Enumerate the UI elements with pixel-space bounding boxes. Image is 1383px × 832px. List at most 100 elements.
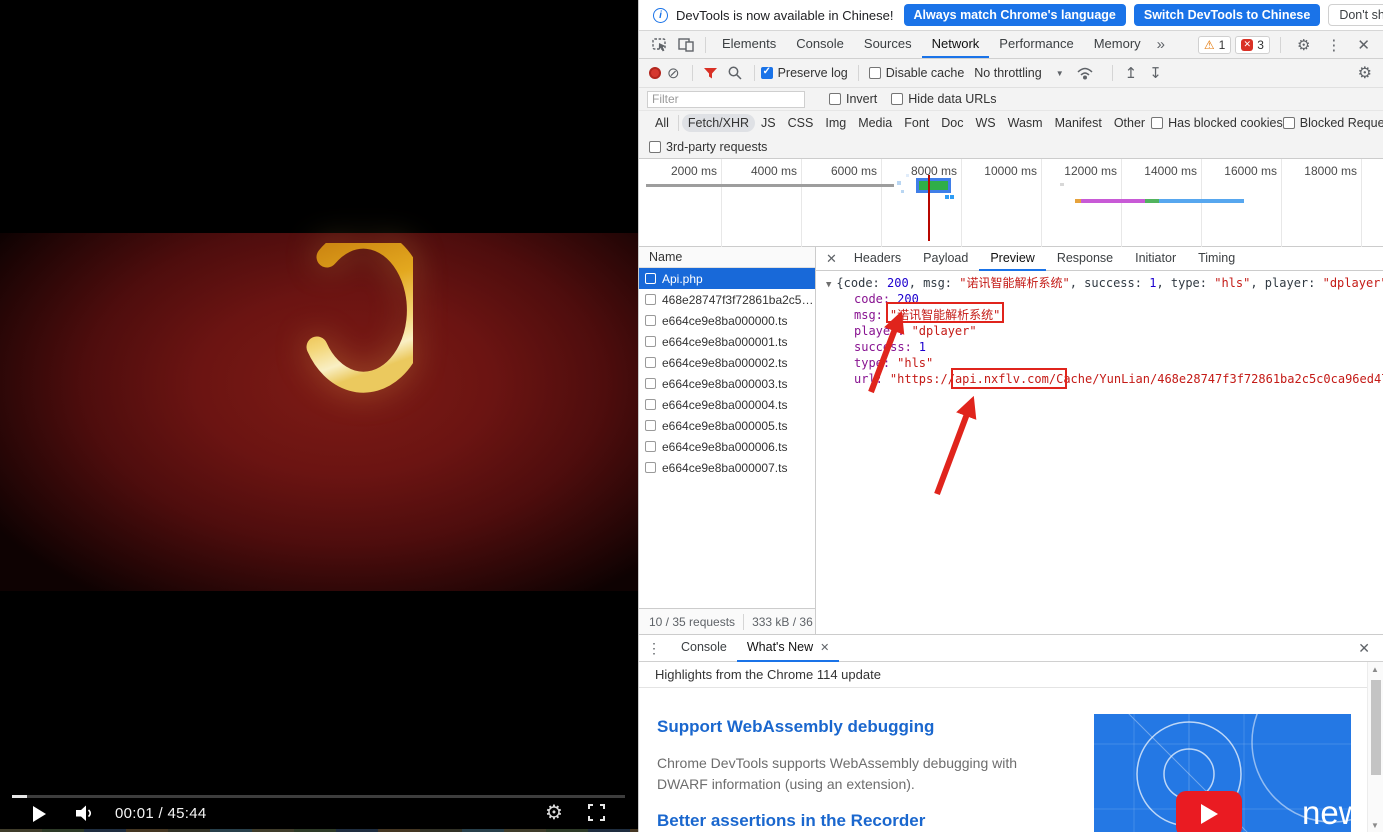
video-progress-bar[interactable] bbox=[12, 795, 625, 798]
chip-wasm[interactable]: Wasm bbox=[1002, 114, 1049, 132]
network-conditions-icon[interactable] bbox=[1076, 66, 1094, 80]
network-overview-timeline[interactable]: 2000 ms 4000 ms 6000 ms 8000 ms 10000 ms… bbox=[639, 159, 1383, 247]
blocked-cookies-checkbox[interactable] bbox=[1151, 117, 1163, 129]
record-icon[interactable] bbox=[649, 67, 661, 79]
warnings-badge[interactable]: ⚠1 bbox=[1198, 36, 1231, 54]
tab-preview[interactable]: Preview bbox=[979, 247, 1045, 271]
requests-column-header[interactable]: Name bbox=[639, 247, 815, 268]
gridline bbox=[961, 159, 962, 247]
request-row[interactable]: e664ce9e8ba000003.ts bbox=[639, 373, 815, 394]
tab-elements[interactable]: Elements bbox=[712, 31, 786, 58]
tab-memory[interactable]: Memory bbox=[1084, 31, 1151, 58]
search-icon[interactable] bbox=[728, 66, 742, 80]
request-checkbox[interactable] bbox=[645, 315, 656, 326]
more-menu-icon[interactable]: ⋮ bbox=[1326, 36, 1341, 54]
tab-console[interactable]: Console bbox=[786, 31, 854, 58]
request-row[interactable]: e664ce9e8ba000002.ts bbox=[639, 352, 815, 373]
request-checkbox[interactable] bbox=[645, 273, 656, 284]
tab-payload[interactable]: Payload bbox=[912, 247, 979, 271]
tab-headers[interactable]: Headers bbox=[843, 247, 912, 271]
filter-icon[interactable] bbox=[704, 68, 717, 79]
request-row[interactable]: e664ce9e8ba000000.ts bbox=[639, 310, 815, 331]
network-settings-gear-icon[interactable]: ⚙ bbox=[1358, 63, 1372, 83]
request-checkbox[interactable] bbox=[645, 420, 656, 431]
expander-icon[interactable]: ▼ bbox=[826, 280, 831, 290]
switch-to-chinese-button[interactable]: Switch DevTools to Chinese bbox=[1134, 4, 1320, 26]
json-root-line[interactable]: ▼{code: 200, msg: "诺讯智能解析系统", success: 1… bbox=[816, 275, 1383, 291]
request-row-api-php[interactable]: Api.php bbox=[639, 268, 815, 289]
chip-font[interactable]: Font bbox=[898, 114, 935, 132]
request-checkbox[interactable] bbox=[645, 441, 656, 452]
tab-sources[interactable]: Sources bbox=[854, 31, 922, 58]
tab-timing[interactable]: Timing bbox=[1187, 247, 1246, 271]
throttling-dropdown[interactable]: No throttling ▼ bbox=[974, 66, 1063, 80]
chip-all[interactable]: All bbox=[649, 114, 675, 132]
dont-show-again-button[interactable]: Don't show again bbox=[1328, 4, 1383, 26]
request-checkbox[interactable] bbox=[645, 294, 656, 305]
chip-img[interactable]: Img bbox=[819, 114, 852, 132]
video-player[interactable]: 00:01 / 45:44 ⚙ bbox=[0, 0, 638, 832]
details-close-icon[interactable]: ✕ bbox=[826, 251, 837, 267]
chip-manifest[interactable]: Manifest bbox=[1049, 114, 1108, 132]
json-preview[interactable]: ▼{code: 200, msg: "诺讯智能解析系统", success: 1… bbox=[816, 271, 1383, 387]
drawer-tab-console[interactable]: Console bbox=[671, 635, 737, 662]
match-language-button[interactable]: Always match Chrome's language bbox=[904, 4, 1126, 26]
video-settings-icon[interactable]: ⚙ bbox=[545, 800, 563, 825]
chip-fetch-xhr[interactable]: Fetch/XHR bbox=[682, 114, 755, 132]
request-checkbox[interactable] bbox=[645, 399, 656, 410]
tab-initiator[interactable]: Initiator bbox=[1124, 247, 1187, 271]
request-row[interactable]: e664ce9e8ba000005.ts bbox=[639, 415, 815, 436]
chip-other[interactable]: Other bbox=[1108, 114, 1151, 132]
info-icon: i bbox=[653, 8, 668, 23]
settings-gear-icon[interactable]: ⚙ bbox=[1297, 36, 1310, 54]
clear-icon[interactable]: ⊘ bbox=[667, 64, 680, 82]
import-har-icon[interactable]: ↥ bbox=[1125, 64, 1138, 82]
drawer-close-icon[interactable]: ✕ bbox=[1358, 640, 1370, 657]
drawer-more-menu-icon[interactable]: ⋮ bbox=[647, 640, 661, 657]
more-tabs-icon[interactable]: » bbox=[1151, 36, 1171, 53]
tab-performance[interactable]: Performance bbox=[989, 31, 1083, 58]
device-toolbar-icon[interactable] bbox=[678, 38, 694, 52]
request-row[interactable]: e664ce9e8ba000001.ts bbox=[639, 331, 815, 352]
youtube-play-button[interactable] bbox=[1176, 791, 1242, 832]
chip-css[interactable]: CSS bbox=[782, 114, 820, 132]
request-checkbox[interactable] bbox=[645, 378, 656, 389]
chip-media[interactable]: Media bbox=[852, 114, 898, 132]
export-har-icon[interactable]: ↧ bbox=[1149, 64, 1162, 82]
request-checkbox[interactable] bbox=[645, 462, 656, 473]
scrollbar-thumb[interactable] bbox=[1371, 680, 1381, 775]
request-row[interactable]: e664ce9e8ba000004.ts bbox=[639, 394, 815, 415]
issues-badge[interactable]: ✕3 bbox=[1235, 36, 1270, 54]
request-row[interactable]: e664ce9e8ba000006.ts bbox=[639, 436, 815, 457]
devtools-close-icon[interactable]: ✕ bbox=[1357, 36, 1370, 54]
tab-network[interactable]: Network bbox=[922, 31, 990, 58]
whats-new-thumbnail[interactable]: new bbox=[1094, 714, 1351, 832]
volume-button[interactable] bbox=[76, 805, 94, 822]
tab-response[interactable]: Response bbox=[1046, 247, 1124, 271]
request-checkbox[interactable] bbox=[645, 336, 656, 347]
third-party-checkbox[interactable] bbox=[649, 141, 661, 153]
preserve-log-checkbox[interactable] bbox=[761, 67, 773, 79]
blocked-requests-checkbox[interactable] bbox=[1283, 117, 1295, 129]
chip-js[interactable]: JS bbox=[755, 114, 782, 132]
fullscreen-button[interactable] bbox=[588, 804, 605, 821]
filter-input[interactable] bbox=[647, 91, 805, 108]
request-row[interactable]: e664ce9e8ba000007.ts bbox=[639, 457, 815, 478]
hide-data-urls-checkbox[interactable] bbox=[891, 93, 903, 105]
request-checkbox[interactable] bbox=[645, 357, 656, 368]
whats-new-heading-1[interactable]: Support WebAssembly debugging bbox=[657, 717, 934, 737]
play-button[interactable] bbox=[33, 806, 46, 822]
drawer-tab-whats-new[interactable]: What's New ✕ bbox=[737, 635, 840, 662]
disable-cache-checkbox[interactable] bbox=[869, 67, 881, 79]
scroll-down-icon[interactable]: ▼ bbox=[1371, 821, 1379, 830]
whats-new-heading-2[interactable]: Better assertions in the Recorder bbox=[657, 811, 925, 831]
third-party-label: 3rd-party requests bbox=[666, 140, 767, 154]
drawer-tab-close-icon[interactable]: ✕ bbox=[820, 641, 829, 654]
whats-new-scrollbar[interactable]: ▲ ▼ bbox=[1367, 662, 1383, 832]
scroll-up-icon[interactable]: ▲ bbox=[1371, 665, 1379, 674]
chip-ws[interactable]: WS bbox=[969, 114, 1001, 132]
chip-doc[interactable]: Doc bbox=[935, 114, 969, 132]
request-row[interactable]: 468e28747f3f72861ba2c5… bbox=[639, 289, 815, 310]
invert-checkbox[interactable] bbox=[829, 93, 841, 105]
inspect-element-icon[interactable] bbox=[652, 37, 668, 52]
